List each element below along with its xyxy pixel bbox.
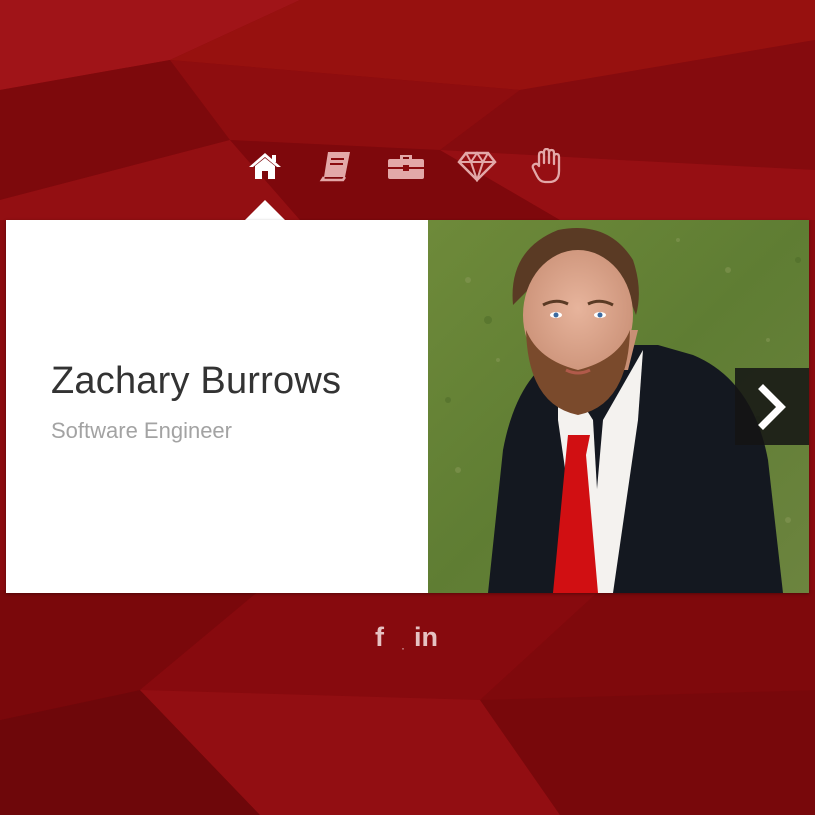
profile-text-panel: Zachary Burrows Software Engineer xyxy=(6,220,428,593)
home-icon xyxy=(249,153,281,179)
profile-name: Zachary Burrows xyxy=(51,360,342,402)
nav-contact[interactable] xyxy=(526,146,566,186)
chevron-right-icon xyxy=(758,383,786,430)
facebook-link[interactable]: f xyxy=(375,620,384,654)
nav-book[interactable] xyxy=(316,146,356,186)
nav-home[interactable] xyxy=(245,146,285,186)
page: Zachary Burrows Software Engineer f · in xyxy=(0,0,815,815)
profile-title: Software Engineer xyxy=(51,418,232,443)
social-links: f · in xyxy=(0,620,815,655)
top-nav xyxy=(0,146,815,186)
nav-skills[interactable] xyxy=(457,146,497,186)
profile-card: Zachary Burrows Software Engineer xyxy=(6,220,809,593)
carousel-next-button[interactable] xyxy=(735,368,809,445)
diamond-icon xyxy=(457,151,497,182)
nav-active-pointer xyxy=(245,200,285,220)
briefcase-icon xyxy=(388,155,424,179)
nav-work[interactable] xyxy=(386,146,426,186)
book-icon xyxy=(319,152,350,182)
linkedin-link[interactable]: in xyxy=(414,620,438,654)
hand-icon xyxy=(531,148,561,184)
social-separator: · xyxy=(401,641,405,655)
